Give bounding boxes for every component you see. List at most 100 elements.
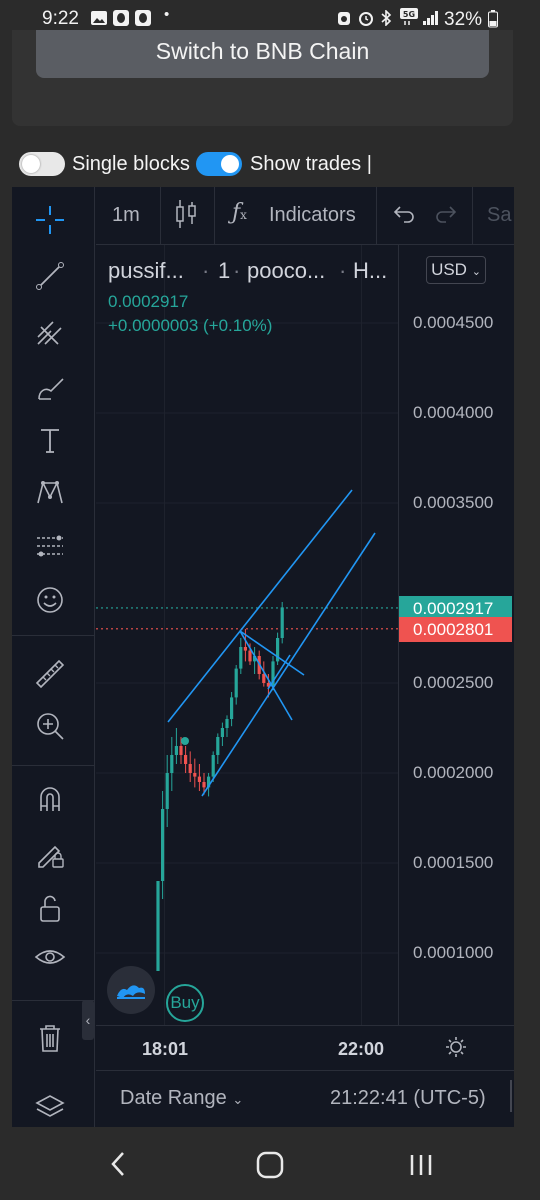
toolbar-separator: [160, 187, 161, 244]
candle-body: [225, 719, 229, 728]
pattern-icon[interactable]: [26, 470, 74, 514]
zoom-in-icon[interactable]: [26, 704, 74, 748]
toolbar-separator: [472, 187, 473, 244]
fib-retracement-icon[interactable]: [26, 524, 74, 568]
candle-body: [156, 881, 160, 971]
indicators-fx-icon[interactable]: ƒx: [232, 200, 247, 225]
time-tick-label: 18:01: [142, 1039, 189, 1059]
price-tick-label: 0.0002000: [413, 763, 494, 782]
single-blocks-toggle[interactable]: [19, 152, 65, 176]
candle-body: [202, 782, 206, 788]
timezone-clock[interactable]: 21:22:41 (UTC-5): [330, 1087, 486, 1110]
chart-logo-icon[interactable]: [107, 966, 155, 1014]
settings-gear-icon[interactable]: [444, 1035, 468, 1064]
crosshair-icon[interactable]: [26, 198, 74, 242]
recent-apps-icon[interactable]: [408, 1152, 434, 1183]
toolbar-divider: [12, 635, 95, 636]
bluetooth-icon: [380, 9, 392, 27]
candle-body: [174, 746, 178, 755]
notification-icon-2: [135, 10, 151, 26]
switch-chain-button[interactable]: Switch to BNB Chain: [36, 30, 489, 78]
candle-body: [248, 650, 252, 662]
candle-body: [179, 746, 183, 755]
symbol-name[interactable]: pussif...: [108, 258, 184, 284]
date-range-label: Date Range: [120, 1087, 227, 1109]
price-tick-label: 0.0001000: [413, 943, 494, 962]
gallery-icon: [90, 10, 108, 26]
candle-body: [165, 773, 169, 809]
undo-icon[interactable]: [392, 204, 416, 229]
save-button[interactable]: Sa: [487, 204, 511, 227]
back-icon[interactable]: [108, 1150, 128, 1183]
trash-icon[interactable]: [26, 1016, 74, 1060]
buy-badge[interactable]: Buy: [166, 984, 204, 1022]
toolbar-divider: [12, 765, 95, 766]
home-icon[interactable]: [256, 1151, 284, 1184]
price-tick-label: 0.0004500: [413, 313, 494, 332]
candle-body: [216, 737, 220, 755]
candle-body: [230, 697, 234, 719]
legend-interval: 1: [218, 258, 231, 283]
toolbar-separator: [376, 187, 377, 244]
lock-drawing-icon[interactable]: [26, 832, 74, 876]
candle-body: [211, 755, 215, 777]
candle-body: [220, 728, 224, 737]
horizontal-grid: [96, 322, 398, 954]
single-blocks-label: Single blocks: [72, 153, 190, 175]
candle-body: [280, 607, 284, 638]
time-tick-label: 22:00: [338, 1039, 385, 1059]
brush-icon[interactable]: [26, 366, 74, 410]
alarm-icon: [358, 10, 374, 26]
pitchfork-icon[interactable]: [26, 310, 74, 354]
date-range-button[interactable]: Date Range ⌄: [120, 1087, 243, 1110]
price-change-value: +0.0000003 (+0.10%): [108, 316, 273, 335]
unlock-icon[interactable]: [26, 886, 74, 930]
status-time: 9:22: [42, 8, 79, 29]
redo-icon[interactable]: [434, 204, 458, 229]
battery-icon: [488, 10, 498, 28]
toolbar-separator: [214, 187, 215, 244]
candle-body: [262, 674, 266, 683]
candle-body: [161, 809, 165, 881]
notification-icon: [113, 10, 129, 26]
trend-line-icon[interactable]: [26, 254, 74, 298]
eye-icon[interactable]: [26, 936, 74, 980]
chevron-down-icon: ⌄: [232, 1092, 244, 1107]
text-tool-icon[interactable]: [26, 418, 74, 462]
ruler-icon[interactable]: [26, 652, 74, 696]
exchange-name: pooco...: [247, 258, 326, 283]
trade-marker: [181, 737, 189, 745]
price-chart-plot[interactable]: [96, 245, 398, 1025]
candle-body: [193, 773, 197, 777]
price-tick-label: 0.0004000: [413, 403, 494, 422]
price-tick-label: 0.0003500: [413, 493, 494, 512]
bottom-divider: [510, 1080, 512, 1112]
magnet-icon[interactable]: [26, 778, 74, 822]
channel-upper-line: [167, 489, 353, 723]
layers-icon[interactable]: [26, 1084, 74, 1128]
collapse-toolbar-chevron-icon[interactable]: ‹: [82, 1000, 94, 1040]
signal-icon: [422, 10, 440, 26]
candle-body: [170, 755, 174, 773]
candle-body: [243, 647, 247, 651]
candle-body: [188, 764, 192, 773]
triangle-lower-line: [239, 630, 293, 721]
candle-body: [197, 776, 201, 782]
last-price-value: 0.0002917: [108, 292, 189, 311]
price-tick-label: 0.0001500: [413, 853, 494, 872]
candles-chart-type-icon[interactable]: [174, 198, 198, 235]
emoji-icon[interactable]: [26, 578, 74, 622]
indicators-button[interactable]: Indicators: [269, 204, 356, 227]
candle-body: [239, 647, 243, 669]
more-notifications-dot: •: [164, 6, 170, 23]
price-tick-label: 0.0002500: [413, 673, 494, 692]
chart-type-label: H...: [353, 258, 388, 283]
show-trades-toggle[interactable]: [196, 152, 242, 176]
candle-body: [184, 755, 188, 764]
legend-separator: ·: [339, 258, 347, 283]
svg-text:5G: 5G: [403, 10, 415, 19]
battery-percent: 32%: [444, 9, 483, 30]
interval-button[interactable]: 1m: [112, 204, 140, 227]
reference-price-tag: 0.0002801: [399, 616, 512, 642]
legend-separator: ·: [233, 258, 241, 283]
